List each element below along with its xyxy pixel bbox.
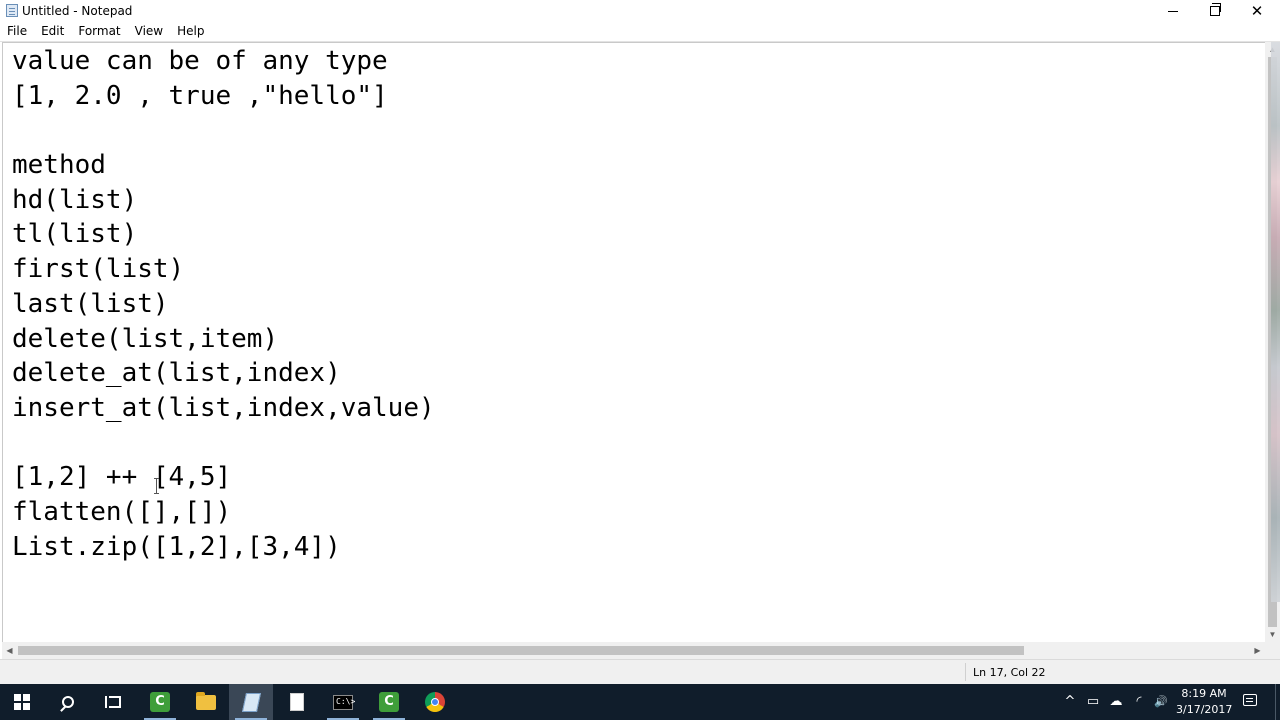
editor-line: last(list) xyxy=(12,288,169,319)
menu-view[interactable]: View xyxy=(128,22,170,41)
show-hidden-icons-chevron-icon[interactable]: ^ xyxy=(1064,693,1076,711)
search-button[interactable] xyxy=(46,684,90,720)
file-explorer-icon xyxy=(196,691,216,710)
editor-line: [1,2] ++ [4,5] xyxy=(12,462,232,493)
window-title: Untitled - Notepad xyxy=(22,4,133,18)
battery-icon[interactable]: ▭ xyxy=(1085,693,1101,711)
editor-content[interactable]: value can be of any type [1, 2.0 , true … xyxy=(12,44,435,564)
camtasia-icon: C xyxy=(150,692,170,712)
scrollbar-corner xyxy=(1265,642,1280,659)
text-editor[interactable]: value can be of any type [1, 2.0 , true … xyxy=(2,42,1266,643)
system-clock[interactable]: 8:19 AM 3/17/2017 xyxy=(1176,686,1232,718)
scroll-right-icon[interactable]: ▶ xyxy=(1250,642,1265,659)
notepad-icon xyxy=(241,692,261,712)
editor-line: delete_at(list,index) xyxy=(12,358,341,389)
menu-bar: File Edit Format View Help xyxy=(0,22,1280,42)
editor-line: hd(list) xyxy=(12,184,138,215)
task-view-button[interactable] xyxy=(91,684,135,720)
cursor-position: Ln 17, Col 22 xyxy=(973,666,1046,679)
restore-button[interactable] xyxy=(1192,0,1238,22)
start-button[interactable] xyxy=(0,684,44,720)
editor-line: first(list) xyxy=(12,254,185,285)
scroll-left-icon[interactable]: ◀ xyxy=(2,642,17,659)
minimize-icon xyxy=(1168,10,1178,12)
text-cursor-icon xyxy=(154,478,159,494)
volume-icon[interactable]: 🔊 xyxy=(1152,693,1170,711)
chrome-icon xyxy=(425,692,445,712)
menu-file[interactable]: File xyxy=(0,22,34,41)
restore-icon xyxy=(1210,3,1221,16)
menu-edit[interactable]: Edit xyxy=(34,22,71,41)
horizontal-scroll-thumb[interactable] xyxy=(18,646,1024,655)
taskbar-file-explorer[interactable] xyxy=(184,684,228,720)
editor-line: method xyxy=(12,150,106,181)
wifi-icon[interactable]: ◜ xyxy=(1131,693,1147,711)
task-view-icon xyxy=(105,694,121,710)
clock-time: 8:19 AM xyxy=(1181,687,1227,700)
editor-line: delete(list,item) xyxy=(12,323,279,354)
taskbar-camtasia[interactable]: C xyxy=(138,684,182,720)
horizontal-scrollbar[interactable]: ◀ ▶ xyxy=(2,642,1265,659)
editor-line: value can be of any type xyxy=(12,46,388,76)
desktop-background-strip xyxy=(1271,42,1280,602)
show-desktop-button[interactable] xyxy=(1275,684,1280,720)
search-icon xyxy=(62,696,74,708)
taskbar-notepad[interactable] xyxy=(229,684,273,720)
notepad-app-icon xyxy=(6,4,18,17)
menu-help[interactable]: Help xyxy=(170,22,211,41)
editor-line: flatten([],[]) xyxy=(12,496,232,527)
clock-date: 3/17/2017 xyxy=(1176,703,1233,716)
editor-line: tl(list) xyxy=(12,219,138,250)
blank-file-icon xyxy=(290,693,304,711)
editor-line: [1, 2.0 , true ,"hello"] xyxy=(12,80,388,111)
scroll-down-icon[interactable]: ▼ xyxy=(1265,627,1280,642)
close-icon: ✕ xyxy=(1250,2,1264,20)
command-prompt-icon: C:\> xyxy=(333,694,355,710)
onedrive-cloud-icon[interactable]: ☁ xyxy=(1108,693,1124,711)
menu-format[interactable]: Format xyxy=(71,22,127,41)
status-bar: Ln 17, Col 22 xyxy=(0,659,1280,685)
camtasia-recorder-icon: C xyxy=(379,692,399,712)
status-divider xyxy=(965,663,966,681)
windows-logo-icon xyxy=(14,694,30,710)
action-center-icon[interactable] xyxy=(1243,694,1257,706)
taskbar-chrome[interactable] xyxy=(413,684,457,720)
minimize-button[interactable] xyxy=(1150,0,1196,22)
taskbar-camtasia-recorder[interactable]: C xyxy=(367,684,411,720)
close-button[interactable]: ✕ xyxy=(1234,0,1280,22)
title-bar: Untitled - Notepad ✕ xyxy=(0,0,1280,22)
taskbar-command-prompt[interactable]: C:\> xyxy=(321,684,365,720)
taskbar-blank-file[interactable] xyxy=(275,684,319,720)
taskbar: C C:\> C ^ ▭ ☁ ◜ 🔊 8:19 AM 3/17/2017 xyxy=(0,684,1280,720)
editor-line: List.zip([1,2],[3,4]) xyxy=(12,531,341,562)
editor-line: insert_at(list,index,value) xyxy=(12,392,435,423)
